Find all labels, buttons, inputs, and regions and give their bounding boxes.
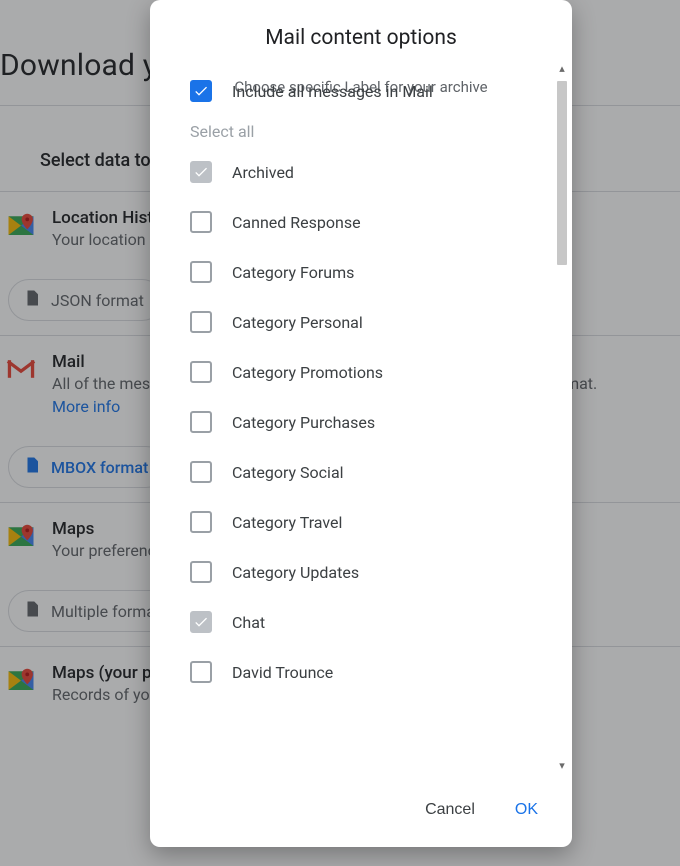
label-checkbox[interactable] <box>190 261 212 283</box>
label-row[interactable]: Category Purchases <box>190 397 532 447</box>
cancel-button[interactable]: Cancel <box>419 797 481 823</box>
dialog-actions: Cancel OK <box>150 779 572 847</box>
include-all-label: Include all messages in Mail <box>232 82 433 101</box>
scroll-thumb[interactable] <box>557 81 567 265</box>
label-row[interactable]: Canned Response <box>190 197 532 247</box>
label-checkbox[interactable] <box>190 361 212 383</box>
label-row[interactable]: Chat <box>190 597 532 647</box>
label-row[interactable]: Category Social <box>190 447 532 497</box>
scrollbar[interactable]: ▴ ▾ <box>555 59 569 776</box>
select-all-link[interactable]: Select all <box>190 116 532 147</box>
label-text: Chat <box>232 613 265 632</box>
label-row[interactable]: Archived <box>190 147 532 197</box>
label-text: Category Travel <box>232 513 342 532</box>
scroll-down-icon[interactable]: ▾ <box>555 759 569 773</box>
include-all-row[interactable]: Include all messages in Mail <box>190 66 532 116</box>
label-checkbox <box>190 611 212 633</box>
label-checkbox[interactable] <box>190 211 212 233</box>
label-checkbox[interactable] <box>190 561 212 583</box>
labels-scroll-area: Include all messages in Mail Select all … <box>150 56 572 779</box>
label-text: Archived <box>232 163 294 182</box>
ok-button[interactable]: OK <box>509 797 544 823</box>
label-checkbox[interactable] <box>190 511 212 533</box>
include-all-checkbox[interactable] <box>190 80 212 102</box>
label-checkbox[interactable] <box>190 661 212 683</box>
label-text: Category Updates <box>232 563 359 582</box>
label-row[interactable]: Category Travel <box>190 497 532 547</box>
label-row[interactable]: Category Promotions <box>190 347 532 397</box>
label-checkbox <box>190 161 212 183</box>
label-text: Category Personal <box>232 313 363 332</box>
dialog-title: Mail content options <box>150 0 572 56</box>
label-text: Category Social <box>232 463 344 482</box>
label-row[interactable]: David Trounce <box>190 647 532 697</box>
label-row[interactable]: Category Personal <box>190 297 532 347</box>
label-row[interactable]: Category Forums <box>190 247 532 297</box>
scroll-up-icon[interactable]: ▴ <box>555 62 569 76</box>
label-text: Canned Response <box>232 213 361 232</box>
label-text: Category Forums <box>232 263 354 282</box>
label-text: Category Purchases <box>232 413 375 432</box>
label-row[interactable]: Category Updates <box>190 547 532 597</box>
label-checkbox[interactable] <box>190 311 212 333</box>
label-checkbox[interactable] <box>190 461 212 483</box>
mail-content-options-dialog: Mail content options Choose specific Lab… <box>150 0 572 847</box>
label-text: Category Promotions <box>232 363 383 382</box>
label-checkbox[interactable] <box>190 411 212 433</box>
label-text: David Trounce <box>232 663 333 682</box>
